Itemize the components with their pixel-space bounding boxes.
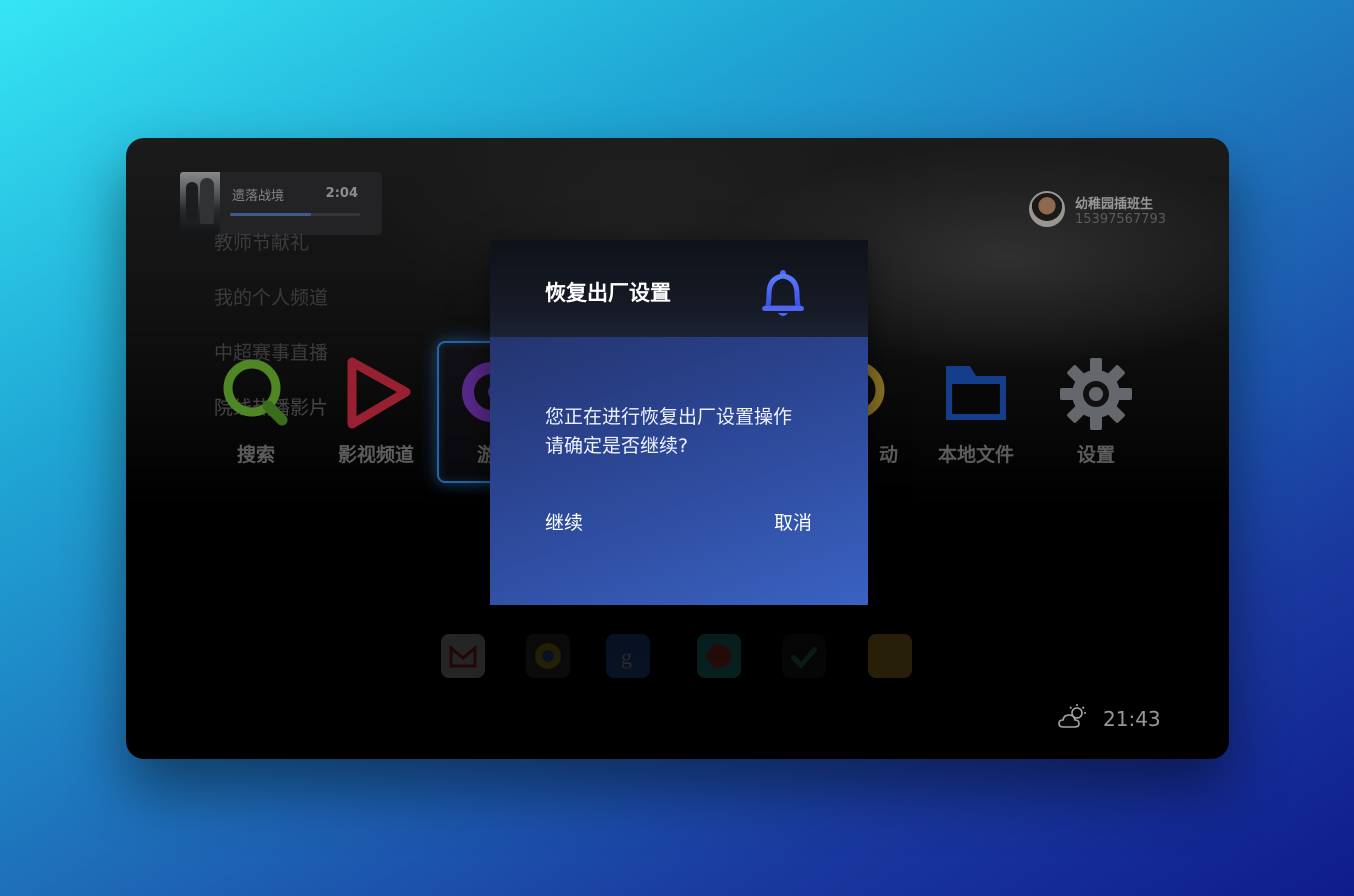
factory-reset-dialog: 恢复出厂设置 您正在进行恢复出厂设置操作 请确定是否继续? 继续 取消 [490, 240, 868, 605]
cancel-button[interactable]: 取消 [774, 508, 812, 535]
dialog-message-line: 您正在进行恢复出厂设置操作 [545, 406, 793, 428]
bell-icon [756, 268, 810, 320]
continue-button[interactable]: 继续 [545, 508, 583, 535]
dialog-message: 您正在进行恢复出厂设置操作 请确定是否继续? [545, 403, 792, 461]
dialog-title: 恢复出厂设置 [545, 281, 671, 305]
dialog-header: 恢复出厂设置 [490, 240, 868, 337]
dialog-body: 您正在进行恢复出厂设置操作 请确定是否继续? 继续 取消 [490, 337, 868, 605]
dialog-message-line: 请确定是否继续? [545, 435, 689, 457]
